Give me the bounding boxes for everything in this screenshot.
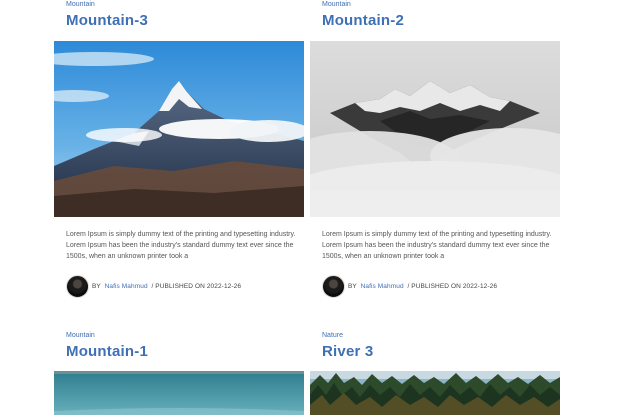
post-category[interactable]: Mountain	[66, 0, 304, 9]
post-excerpt: Lorem Ipsum is simply dummy text of the …	[66, 231, 296, 260]
post-image[interactable]	[310, 41, 560, 217]
post-excerpt: Lorem Ipsum is simply dummy text of the …	[322, 231, 552, 260]
published-date: / PUBLISHED ON 2022-12-26	[149, 282, 242, 290]
by-label: BY	[348, 282, 359, 290]
author-link[interactable]: Nafis Mahmud	[361, 283, 404, 290]
post-card: Nature River 3	[310, 331, 560, 415]
post-category[interactable]: Nature	[322, 331, 560, 340]
post-image[interactable]	[310, 371, 560, 415]
post-card: Mountain Mountain-3 Lorem Ipsum is simpl…	[54, 0, 304, 310]
post-title[interactable]: Mountain-2	[322, 12, 560, 30]
post-category[interactable]: Mountain	[322, 0, 560, 9]
post-title[interactable]: Mountain-1	[66, 343, 304, 361]
post-meta: BY Nafis Mahmud / PUBLISHED ON 2022-12-2…	[66, 274, 242, 298]
post-category[interactable]: Mountain	[66, 331, 304, 340]
post-card: Mountain Mountain-2 Lorem Ipsum is simpl…	[310, 0, 560, 310]
author-link[interactable]: Nafis Mahmud	[105, 283, 148, 290]
post-title[interactable]: Mountain-3	[66, 12, 304, 30]
avatar[interactable]	[322, 274, 345, 298]
post-title[interactable]: River 3	[322, 343, 560, 361]
avatar[interactable]	[66, 274, 89, 298]
post-meta: BY Nafis Mahmud / PUBLISHED ON 2022-12-2…	[322, 274, 498, 298]
by-label: BY	[92, 282, 103, 290]
post-image[interactable]	[54, 371, 304, 415]
post-image[interactable]	[54, 41, 304, 217]
post-card: Mountain Mountain-1	[54, 331, 304, 415]
published-date: / PUBLISHED ON 2022-12-26	[405, 282, 498, 290]
